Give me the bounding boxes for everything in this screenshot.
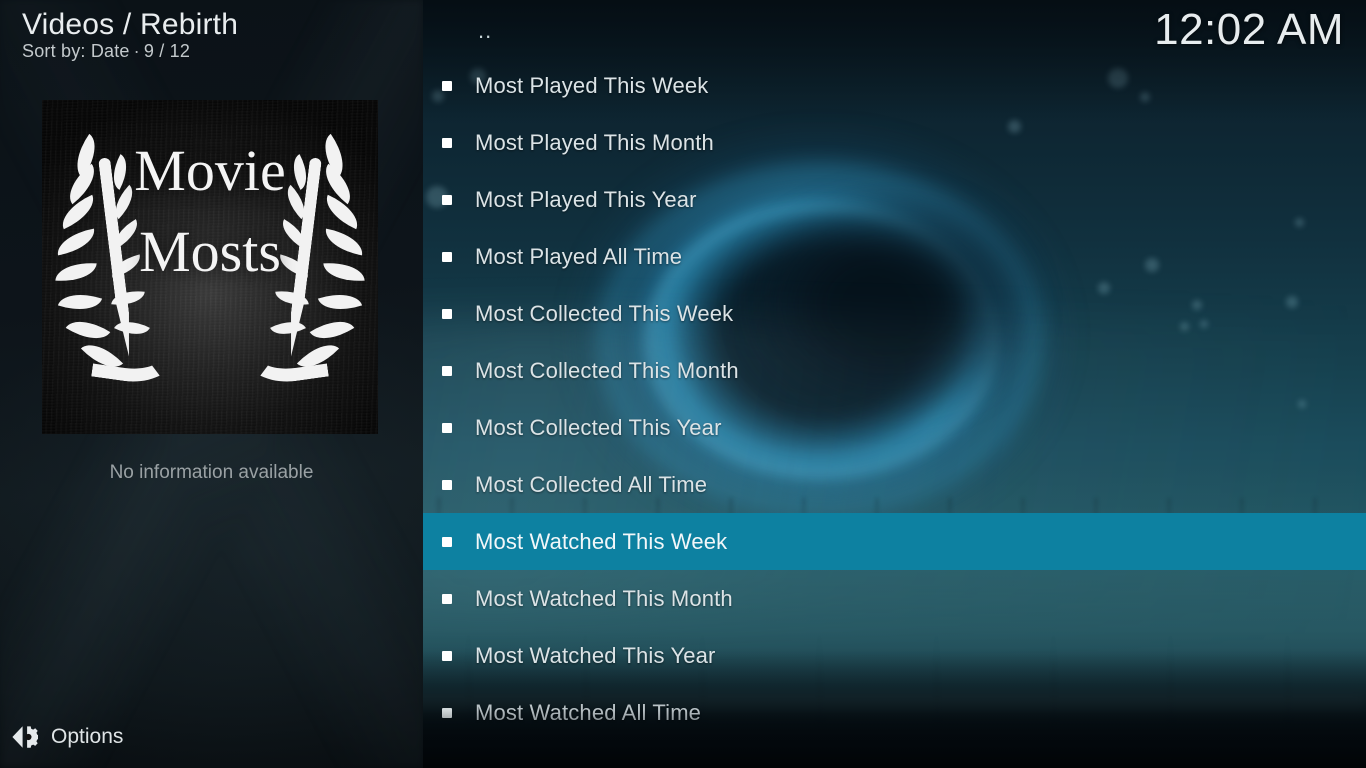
list-item[interactable]: Most Collected This Year bbox=[423, 399, 1366, 456]
laurel-leaf bbox=[57, 286, 103, 318]
thumbnail-title: Movie Mosts bbox=[42, 138, 378, 284]
list-item-label: Most Played This Month bbox=[475, 129, 714, 155]
kodi-window: 12:02 AM Videos / Rebirth Sort by: Date ·… bbox=[0, 0, 1366, 768]
laurel-leaf bbox=[317, 286, 363, 318]
list-item[interactable]: Most Played This Week bbox=[423, 57, 1366, 114]
square-bullet-icon bbox=[442, 422, 452, 433]
sort-label: Sort by: Date bbox=[22, 41, 130, 61]
list-item[interactable]: Most Watched This Month bbox=[423, 570, 1366, 627]
list-item[interactable]: Most Collected All Time bbox=[423, 456, 1366, 513]
square-bullet-icon bbox=[442, 137, 452, 148]
list-item[interactable]: Most Collected This Week bbox=[423, 285, 1366, 342]
item-count: 9 / 12 bbox=[143, 41, 191, 61]
list-item[interactable]: Most Played All Time bbox=[423, 228, 1366, 285]
options-label: Options bbox=[51, 725, 124, 748]
list-items-container: Most Played This Week Most Played This Mo… bbox=[423, 57, 1366, 741]
list-item-label: Most Collected This Month bbox=[475, 357, 739, 383]
square-bullet-icon bbox=[442, 593, 452, 604]
list-item-label: Most Watched This Year bbox=[475, 642, 716, 668]
list-item-label: Most Played This Week bbox=[475, 72, 709, 98]
page-subtitle: Sort by: Date · 9 / 12 bbox=[22, 41, 190, 62]
list-item-label: Most Watched This Month bbox=[475, 585, 733, 611]
info-text: No information available bbox=[109, 462, 314, 483]
page-title: Videos / Rebirth bbox=[22, 8, 239, 41]
list-item-label: Most Collected This Week bbox=[475, 300, 734, 326]
square-bullet-icon bbox=[442, 308, 452, 319]
list-item[interactable]: Most Collected This Month bbox=[423, 342, 1366, 399]
thumbnail-title-line2: Mosts bbox=[139, 218, 281, 284]
square-bullet-icon bbox=[442, 194, 452, 205]
left-chevron-gear-icon bbox=[10, 723, 40, 751]
thumbnail-title-line1: Movie bbox=[134, 138, 286, 203]
list-item-label: Most Watched This Week bbox=[475, 528, 728, 554]
list-item-label: Most Collected All Time bbox=[475, 471, 708, 497]
square-bullet-icon bbox=[442, 365, 452, 376]
square-bullet-icon bbox=[442, 536, 452, 547]
square-bullet-icon bbox=[442, 251, 452, 262]
list-item-label: Most Played This Year bbox=[475, 186, 697, 212]
content-list-panel: .. Most Played This Week Most Played This… bbox=[423, 0, 1366, 768]
options-button[interactable]: Options bbox=[10, 720, 123, 754]
square-bullet-icon bbox=[442, 707, 452, 718]
list-item[interactable]: Most Watched This Year bbox=[423, 627, 1366, 684]
list-item[interactable]: Most Played This Month bbox=[423, 114, 1366, 171]
list-item[interactable]: Most Played This Year bbox=[423, 171, 1366, 228]
list-item[interactable]: Most Watched All Time bbox=[423, 684, 1366, 741]
square-bullet-icon bbox=[442, 479, 452, 490]
list-item[interactable]: Most Watched This Week bbox=[423, 513, 1366, 570]
list-item-label: Most Played All Time bbox=[475, 243, 683, 269]
list-item-label: Most Watched All Time bbox=[475, 699, 702, 725]
thumbnail-image[interactable]: Movie Mosts bbox=[42, 100, 378, 434]
list-item-parent-folder[interactable]: .. bbox=[478, 18, 492, 44]
list-item-label: Most Collected This Year bbox=[475, 414, 722, 440]
square-bullet-icon bbox=[442, 80, 452, 91]
subtitle-separator: · bbox=[133, 41, 140, 61]
square-bullet-icon bbox=[442, 650, 452, 661]
sidebar-panel: Videos / Rebirth Sort by: Date·9 / 12 bbox=[0, 0, 423, 768]
